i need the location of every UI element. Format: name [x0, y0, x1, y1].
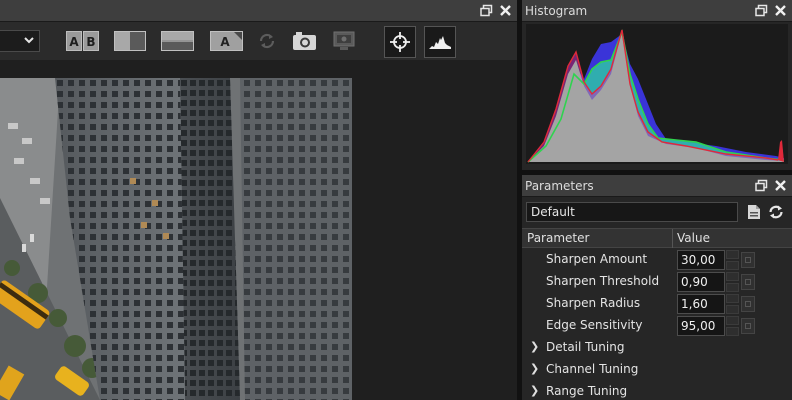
param-value-input[interactable]: 0,90	[677, 272, 725, 292]
ab-compare-icon: A B	[66, 31, 99, 51]
param-row-sharpen-radius: Sharpen Radius 1,60	[522, 293, 792, 315]
crosshair-button[interactable]	[384, 26, 416, 58]
restore-window-icon[interactable]	[479, 3, 494, 18]
viewer-toolbar: A B A	[0, 22, 517, 60]
preset-name-field[interactable]: Default	[526, 202, 738, 222]
histogram-graph	[526, 24, 788, 164]
save-preset-icon	[748, 205, 760, 219]
restore-window-icon[interactable]	[754, 3, 769, 18]
preview-photo	[0, 78, 352, 400]
close-icon[interactable]	[498, 3, 513, 18]
group-channel-tuning[interactable]: ❯ Channel Tuning	[522, 359, 792, 381]
reset-value-button[interactable]	[741, 274, 755, 290]
param-value-input[interactable]: 1,60	[677, 294, 725, 314]
split-horizontal-icon	[161, 31, 194, 51]
value-stepper[interactable]	[726, 272, 739, 292]
param-label: Edge Sensitivity	[546, 318, 643, 332]
monitor-icon	[333, 31, 355, 50]
group-label: Channel Tuning	[546, 362, 639, 376]
chevron-right-icon: ❯	[530, 362, 540, 375]
camera-icon	[292, 32, 316, 50]
histogram-panel: Histogram	[522, 0, 792, 170]
snapshot-button[interactable]	[291, 31, 317, 51]
viewer-titlebar	[0, 0, 517, 22]
display-button[interactable]	[332, 31, 356, 51]
image-canvas[interactable]	[0, 60, 517, 400]
view-preset-dropdown[interactable]	[0, 30, 40, 52]
param-value-input[interactable]: 95,00	[677, 316, 725, 336]
group-label: Detail Tuning	[546, 340, 625, 354]
refresh-icon	[259, 33, 275, 49]
chevron-right-icon: ❯	[530, 340, 540, 353]
svg-text:A: A	[69, 35, 79, 49]
text-overlay-button[interactable]: A	[210, 31, 243, 51]
histogram-titlebar: Histogram	[522, 0, 792, 22]
group-range-tuning[interactable]: ❯ Range Tuning	[522, 381, 792, 400]
parameter-table-header: Parameter Value	[522, 228, 792, 248]
param-row-sharpen-amount: Sharpen Amount 30,00	[522, 249, 792, 271]
parameters-panel: Parameters Default Parameter Value Sharp…	[522, 175, 792, 400]
histogram-toggle-button[interactable]	[424, 26, 456, 58]
chevron-down-icon	[23, 34, 35, 49]
restore-window-icon[interactable]	[754, 178, 769, 193]
column-header-parameter[interactable]: Parameter	[527, 231, 589, 245]
param-label: Sharpen Amount	[546, 252, 648, 266]
parameters-title: Parameters	[525, 179, 594, 193]
reset-all-button[interactable]	[767, 203, 785, 221]
crosshair-icon	[390, 32, 410, 52]
histogram-icon	[429, 36, 451, 49]
split-horizontal-button[interactable]	[161, 31, 194, 51]
split-vertical-button[interactable]	[114, 31, 146, 51]
ab-compare-button[interactable]: A B	[66, 31, 99, 51]
close-icon[interactable]	[773, 3, 788, 18]
group-label: Range Tuning	[546, 384, 628, 398]
save-preset-button[interactable]	[745, 203, 763, 221]
svg-text:B: B	[86, 35, 95, 49]
value-stepper[interactable]	[726, 250, 739, 270]
reset-value-button[interactable]	[741, 296, 755, 312]
param-value-input[interactable]: 30,00	[677, 250, 725, 270]
value-stepper[interactable]	[726, 294, 739, 314]
refresh-button[interactable]	[257, 31, 277, 51]
svg-text:A: A	[220, 35, 230, 49]
split-vertical-icon	[114, 31, 146, 51]
param-row-edge-sensitivity: Edge Sensitivity 95,00	[522, 315, 792, 337]
text-overlay-icon: A	[210, 31, 243, 51]
refresh-icon	[769, 205, 783, 219]
param-label: Sharpen Threshold	[546, 274, 660, 288]
value-stepper[interactable]	[726, 316, 739, 336]
histogram-title: Histogram	[525, 4, 588, 18]
reset-value-button[interactable]	[741, 252, 755, 268]
image-viewer-panel: A B A	[0, 0, 517, 400]
param-row-sharpen-threshold: Sharpen Threshold 0,90	[522, 271, 792, 293]
parameters-titlebar: Parameters	[522, 175, 792, 197]
param-label: Sharpen Radius	[546, 296, 641, 310]
close-icon[interactable]	[773, 178, 788, 193]
column-header-value[interactable]: Value	[677, 231, 710, 245]
chevron-right-icon: ❯	[530, 384, 540, 397]
reset-value-button[interactable]	[741, 318, 755, 334]
group-detail-tuning[interactable]: ❯ Detail Tuning	[522, 337, 792, 359]
